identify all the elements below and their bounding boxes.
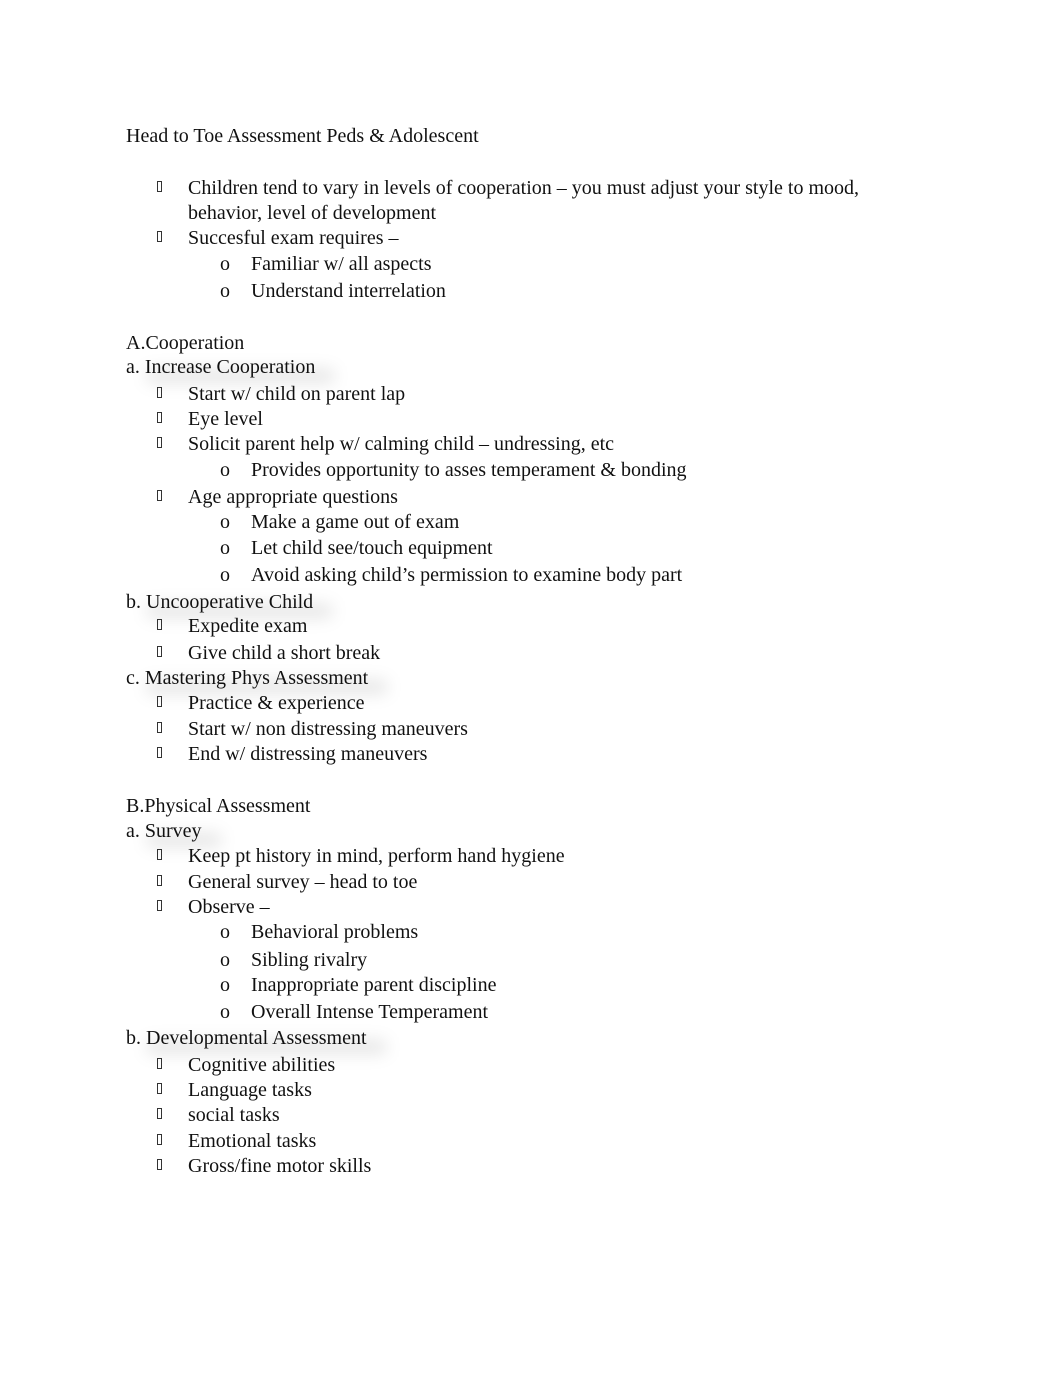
sub-bullet-icon: o <box>220 280 230 302</box>
list-item-text: Children tend to vary in levels of coope… <box>188 177 860 199</box>
sub-list-item-text: Inappropriate parent discipline <box>251 974 497 996</box>
bullet-icon <box>157 490 162 501</box>
sub-list-item-text: Let child see/touch equipment <box>251 537 493 559</box>
bullet-icon <box>157 875 162 886</box>
list-item-text: Succesful exam requires – <box>188 227 399 249</box>
section-heading: B.Physical Assessment <box>126 795 311 817</box>
bullet-icon <box>157 231 162 242</box>
list-item-text: Observe – <box>188 896 270 918</box>
subsection-heading: a. Survey <box>126 820 202 842</box>
list-item-text: Start w/ child on parent lap <box>188 383 406 405</box>
sub-bullet-icon: o <box>220 974 230 996</box>
bullet-icon <box>157 387 162 398</box>
sub-list-item-text: Overall Intense Temperament <box>251 1001 489 1023</box>
document-page: Head to Toe Assessment Peds & Adolescent… <box>0 0 1062 1377</box>
list-item-text: Practice & experience <box>188 692 365 714</box>
bullet-icon <box>157 1058 162 1069</box>
sub-list-item-text: Behavioral problems <box>251 921 419 943</box>
sub-bullet-icon: o <box>220 537 230 559</box>
list-item-text: General survey – head to toe <box>188 871 418 893</box>
list-item-text: Eye level <box>188 408 263 430</box>
bullet-icon <box>157 1083 162 1094</box>
document-title: Head to Toe Assessment Peds & Adolescent <box>126 125 479 147</box>
list-item-text: Keep pt history in mind, perform hand hy… <box>188 845 565 867</box>
sub-list-item-text: Sibling rivalry <box>251 949 368 971</box>
bullet-icon <box>157 619 162 630</box>
bullet-icon <box>157 900 162 911</box>
sub-bullet-icon: o <box>220 459 230 481</box>
sub-list-item-text: Avoid asking child’s permission to exami… <box>251 564 683 586</box>
sub-list-item-text: Make a game out of exam <box>251 511 460 533</box>
list-item-text: Give child a short break <box>188 642 381 664</box>
list-item-continuation: behavior, level of development <box>188 202 436 224</box>
bullet-icon <box>157 412 162 423</box>
list-item-text: Cognitive abilities <box>188 1054 336 1076</box>
sub-bullet-icon: o <box>220 921 230 943</box>
bullet-icon <box>157 747 162 758</box>
bullet-icon <box>157 849 162 860</box>
sub-list-item-text: Provides opportunity to asses temperamen… <box>251 459 687 481</box>
list-item-text: End w/ distressing maneuvers <box>188 743 428 765</box>
list-item-text: Emotional tasks <box>188 1130 317 1152</box>
sub-list-item-text: Understand interrelation <box>251 280 446 302</box>
section-heading: A.Cooperation <box>126 332 245 354</box>
bullet-icon <box>157 722 162 733</box>
list-item-text: Age appropriate questions <box>188 486 398 508</box>
sub-bullet-icon: o <box>220 253 230 275</box>
list-item-text: Start w/ non distressing maneuvers <box>188 718 468 740</box>
bullet-icon <box>157 1134 162 1145</box>
bullet-icon <box>157 437 162 448</box>
subsection-heading: c. Mastering Phys Assessment <box>126 667 369 689</box>
subsection-heading: a. Increase Cooperation <box>126 356 316 378</box>
sub-bullet-icon: o <box>220 511 230 533</box>
list-item-text: Gross/fine motor skills <box>188 1155 372 1177</box>
list-item-text: Solicit parent help w/ calming child – u… <box>188 433 615 455</box>
subsection-heading: b. Uncooperative Child <box>126 591 314 613</box>
sub-bullet-icon: o <box>220 1001 230 1023</box>
bullet-icon <box>157 1159 162 1170</box>
bullet-icon <box>157 181 162 192</box>
bullet-icon <box>157 646 162 657</box>
sub-list-item-text: Familiar w/ all aspects <box>251 253 432 275</box>
sub-bullet-icon: o <box>220 949 230 971</box>
subsection-heading: b. Developmental Assessment <box>126 1027 367 1049</box>
bullet-icon <box>157 696 162 707</box>
bullet-icon <box>157 1108 162 1119</box>
sub-bullet-icon: o <box>220 564 230 586</box>
list-item-text: Language tasks <box>188 1079 312 1101</box>
list-item-text: social tasks <box>188 1104 280 1126</box>
